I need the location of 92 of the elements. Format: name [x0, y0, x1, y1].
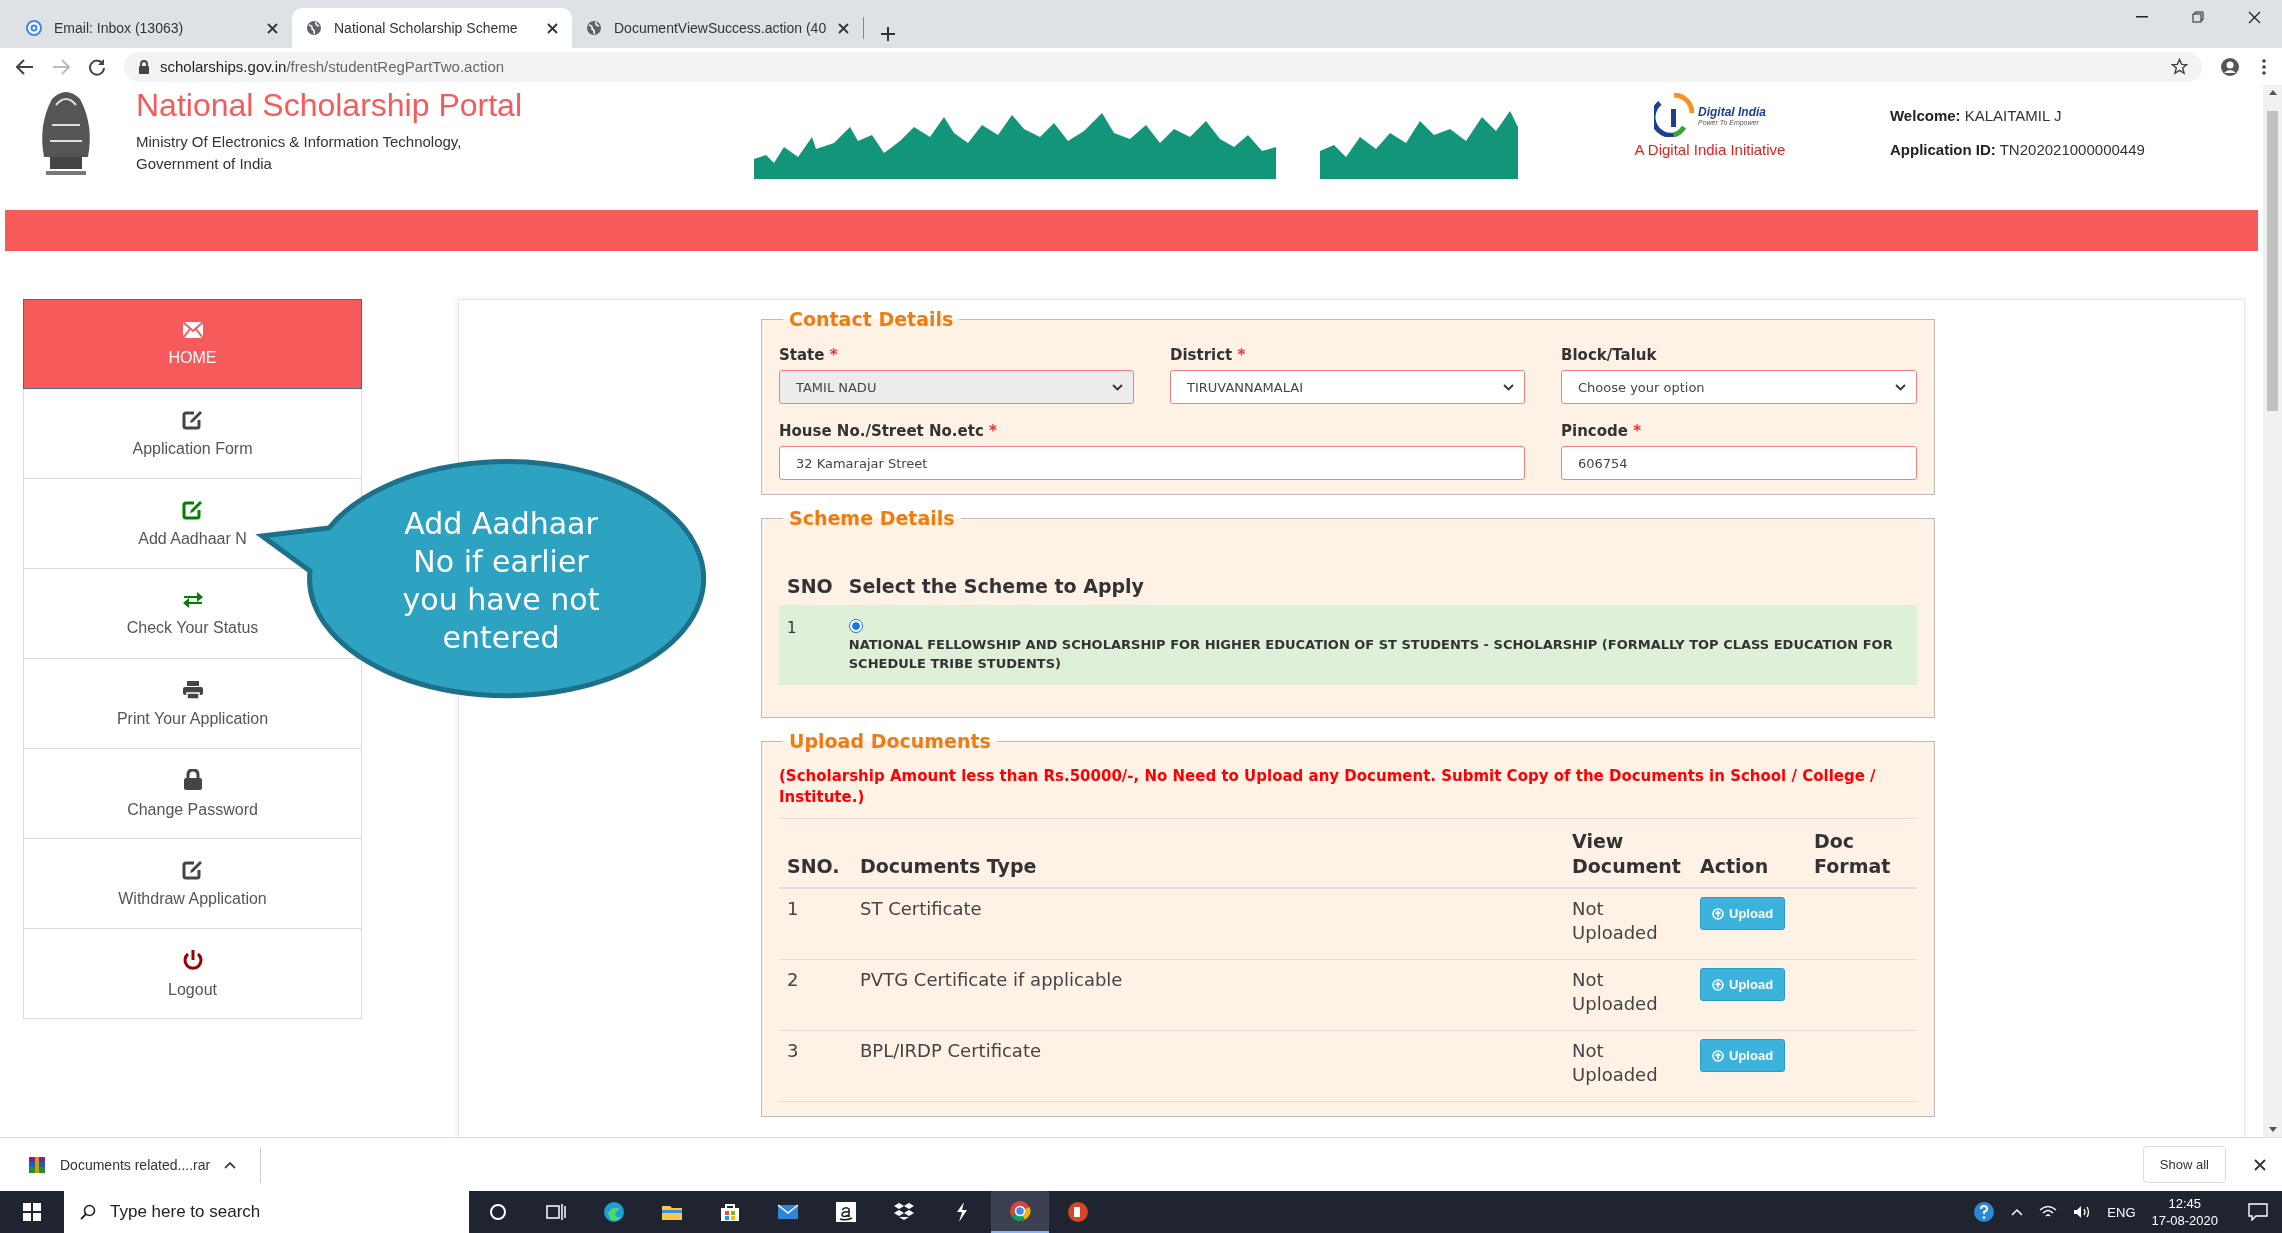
column-header: View Document: [1564, 819, 1693, 888]
table-cell: BPL/IRDP Certificate: [852, 1030, 1565, 1102]
column-header: SNO: [779, 533, 841, 605]
upload-icon: [1712, 907, 1725, 920]
caret-icon: [1112, 383, 1123, 391]
logo-name: Digital India: [1697, 104, 1766, 119]
radio-button[interactable]: [848, 619, 863, 633]
chevron-up-icon: [224, 1160, 237, 1169]
table-cell: ST Certificate: [852, 888, 1565, 960]
scheme-name: NATIONAL FELLOWSHIP AND SCHOLARSHIP FOR HIGHER EDUCATION OF ST STUDENTS - SCHOLARSHIP (FORMALLY TOP CLASS EDUCATION FOR SCHEDULE TRIBE STUDENTS): [848, 637, 1893, 671]
callout-tooltip-text: Add Aadhaar No if earlier you have not entered: [401, 505, 601, 657]
sidebar-item[interactable]: Application Form: [23, 389, 362, 479]
close-icon[interactable]: [838, 22, 850, 34]
table-cell: 1: [779, 888, 852, 960]
ministry-text: Ministry Of Electronics & Information Technology, Government of India: [136, 132, 463, 174]
address-bar[interactable]: scholarships.gov.in/fresh/studentRegPartTwo.action: [124, 51, 2202, 82]
notification-icon[interactable]: [2248, 1203, 2268, 1221]
help-icon[interactable]: [1973, 1201, 1996, 1223]
column-header: Select the Scheme to Apply: [840, 533, 1917, 605]
chevron-up-icon[interactable]: [2011, 1208, 2024, 1216]
column-header: Documents Type: [852, 819, 1565, 888]
sidebar-item[interactable]: Print Your Application: [23, 659, 362, 749]
archive-file-icon: [28, 1155, 46, 1174]
table-cell: Not Uploaded: [1564, 888, 1693, 960]
clock[interactable]: 12:45 17-08-2020: [2151, 1195, 2218, 1229]
reload-icon[interactable]: [88, 57, 106, 76]
column-header: Action: [1692, 819, 1806, 888]
lock-icon: [138, 59, 150, 74]
dropdown-field[interactable]: Choose your option: [1561, 370, 1917, 404]
column-header: SNO.: [779, 819, 852, 888]
field-label: State *: [779, 346, 839, 364]
search-icon: [80, 1204, 96, 1220]
table-cell: 3: [779, 1030, 852, 1102]
table-cell: Not Uploaded: [1564, 1030, 1693, 1102]
mail-at-icon: [26, 20, 42, 36]
browser-tab[interactable]: Email: Inbox (13063): [12, 8, 292, 48]
column-header: Doc Format: [1806, 819, 1917, 888]
close-icon[interactable]: [547, 22, 558, 34]
close-icon[interactable]: [2254, 1158, 2266, 1171]
upload-icon: [1712, 1049, 1725, 1062]
application-id-text: Application ID: TN202021000000449: [1890, 140, 2145, 160]
menu-icon[interactable]: [2262, 58, 2266, 75]
dropdown-field[interactable]: TIRUVANNAMALAI: [1170, 370, 1525, 404]
show-all-button[interactable]: Show all: [2142, 1146, 2226, 1183]
notice-text: (Scholarship Amount less than Rs.50000/-, No Need to Upload any Document. Submit Copy of the Documents in School / College / Institute.): [779, 756, 1917, 819]
welcome-text: Welcome: KALAITAMIL J: [1890, 106, 2063, 126]
table-cell: 1: [779, 605, 841, 685]
scrollbar-track[interactable]: [2263, 85, 2282, 1137]
table-cell: PVTG Certificate if applicable: [852, 959, 1565, 1031]
browser-tab[interactable]: DocumentViewSuccess.action (40: [572, 8, 864, 48]
wifi-icon[interactable]: [2039, 1205, 2058, 1219]
upload-icon: [1712, 978, 1725, 991]
field-label: House No./Street No.etc *: [779, 422, 998, 440]
taskbar-search-field[interactable]: Type here to search: [64, 1191, 469, 1233]
new-tab-icon[interactable]: [880, 26, 897, 42]
restore-icon[interactable]: [2192, 11, 2204, 23]
section-title: Scheme Details: [788, 507, 956, 529]
scrollbar-thumb[interactable]: [2267, 111, 2278, 411]
scroll-up-arrow-icon[interactable]: [2268, 89, 2277, 95]
download-item[interactable]: Documents related....rar: [28, 1146, 262, 1183]
scroll-down-arrow-icon[interactable]: [2268, 1127, 2277, 1133]
field-label: Block/Taluk: [1561, 346, 1658, 364]
section-title: Upload Documents: [788, 730, 992, 752]
star-icon[interactable]: [2171, 58, 2188, 75]
account-icon[interactable]: [2220, 56, 2240, 77]
sidebar-item[interactable]: Withdraw Application: [23, 839, 362, 929]
digital-india-logo-icon: [1653, 93, 1694, 137]
caret-icon: [1503, 383, 1514, 391]
caret-icon: [1895, 383, 1906, 391]
input-field[interactable]: 32 Kamarajar Street: [779, 446, 1525, 480]
section-title: Contact Details: [788, 308, 955, 330]
table-cell: Not Uploaded: [1564, 959, 1693, 1031]
portal-title: National Scholarship Portal: [136, 87, 522, 123]
initiative-caption: A Digital India Initiative: [1634, 141, 1786, 158]
browser-tab[interactable]: National Scholarship Scheme: [292, 8, 572, 48]
windows-start-icon[interactable]: [23, 1203, 41, 1221]
close-icon[interactable]: [2247, 10, 2261, 24]
chrome-icon[interactable]: [991, 1191, 1049, 1233]
field-label: District *: [1170, 346, 1247, 364]
url-text: scholarships.gov.in/fresh/studentRegPartTwo.action: [160, 58, 505, 75]
back-arrow-icon[interactable]: [16, 58, 34, 75]
input-field[interactable]: 606754: [1561, 446, 1917, 480]
globe-icon: [306, 20, 322, 36]
globe-icon: [586, 20, 602, 36]
table-cell: 2: [779, 959, 852, 1031]
speaker-icon[interactable]: [2073, 1205, 2092, 1219]
language-indicator[interactable]: ENG: [2107, 1204, 2136, 1220]
sidebar-item[interactable]: Logout: [23, 929, 362, 1019]
minimize-icon[interactable]: [2136, 16, 2148, 18]
close-icon[interactable]: [267, 22, 278, 34]
sidebar-item[interactable]: Change Password: [23, 749, 362, 839]
field-label: Pincode *: [1561, 422, 1642, 440]
